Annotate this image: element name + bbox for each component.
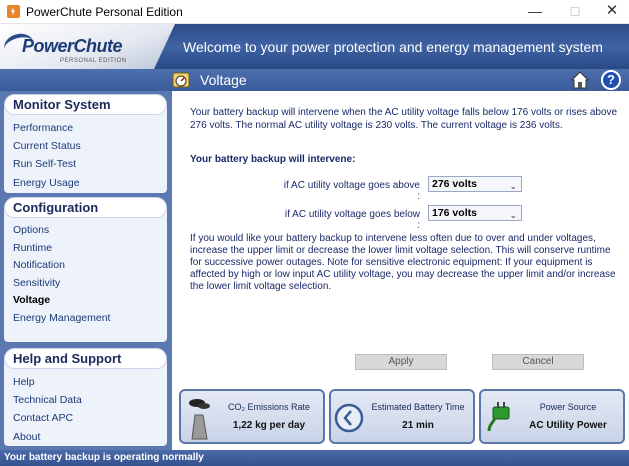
title-bar: PowerChute Personal Edition — □ ✕ — [0, 0, 629, 24]
chevron-down-icon: ⌄ — [509, 181, 517, 191]
sidebar-item-options[interactable]: Options — [13, 224, 49, 236]
sidebar-item-energy-management[interactable]: Energy Management — [13, 312, 110, 324]
lower-voltage-value: 176 volts — [432, 207, 477, 219]
below-voltage-label: if AC utility voltage goes below : — [284, 209, 420, 231]
sidebar-item-technical-data[interactable]: Technical Data — [13, 394, 82, 406]
app-icon — [7, 5, 20, 18]
power-source-value: AC Utility Power — [529, 420, 607, 431]
sidebar-item-current-status[interactable]: Current Status — [13, 140, 81, 152]
sidebar-item-notification[interactable]: Notification — [13, 259, 65, 271]
minimize-button[interactable]: — — [516, 0, 554, 24]
lower-voltage-select[interactable]: 176 volts ⌄ — [428, 205, 522, 221]
section-header-bar — [0, 69, 629, 91]
window-title: PowerChute Personal Edition — [26, 5, 183, 19]
section-title: Voltage — [200, 72, 247, 88]
logo-edition: PERSONAL EDITION — [60, 58, 127, 64]
sidebar-heading-help: Help and Support — [4, 348, 167, 369]
sidebar-item-energy-usage[interactable]: Energy Usage — [13, 177, 80, 189]
sidebar-item-about[interactable]: About — [13, 431, 40, 443]
help-icon[interactable]: ? — [601, 70, 621, 90]
logo-name: PowerChute — [22, 36, 123, 56]
power-source-panel: Power Source AC Utility Power — [479, 389, 625, 444]
voltage-advice-text: If you would like your battery backup to… — [190, 233, 616, 292]
apply-button[interactable]: Apply — [355, 354, 447, 370]
close-button[interactable]: ✕ — [593, 0, 629, 24]
sidebar-heading-configuration: Configuration — [4, 197, 167, 218]
battery-time-panel: Estimated Battery Time 21 min — [329, 389, 475, 444]
sidebar-item-performance[interactable]: Performance — [13, 122, 73, 134]
power-plant-icon — [189, 399, 210, 440]
chevron-down-icon: ⌄ — [509, 210, 517, 220]
status-bar: Your battery backup is operating normall… — [0, 450, 629, 466]
co2-label: CO₂ Emissions Rate — [227, 402, 310, 412]
above-voltage-label: if AC utility voltage goes above : — [283, 180, 420, 202]
sidebar-item-run-self-test[interactable]: Run Self-Test — [13, 158, 76, 170]
banner-title: Welcome to your power protection and ene… — [183, 39, 603, 55]
sidebar-item-voltage[interactable]: Voltage — [13, 294, 50, 306]
powerchute-logo: PowerChute PERSONAL EDITION — [0, 24, 175, 69]
voltage-icon — [172, 72, 190, 88]
home-icon[interactable] — [571, 71, 589, 89]
co2-emissions-panel: CO₂ Emissions Rate 1,22 kg per day — [179, 389, 325, 444]
upper-voltage-value: 276 volts — [432, 178, 477, 190]
sidebar-item-runtime[interactable]: Runtime — [13, 242, 52, 254]
plug-icon — [487, 402, 510, 432]
cancel-button[interactable]: Cancel — [492, 354, 584, 370]
sidebar-item-sensitivity[interactable]: Sensitivity — [13, 277, 60, 289]
battery-time-value: 21 min — [402, 420, 434, 431]
sidebar-item-help[interactable]: Help — [13, 376, 35, 388]
co2-value: 1,22 kg per day — [232, 420, 306, 431]
upper-voltage-select[interactable]: 276 volts ⌄ — [428, 176, 522, 192]
clock-icon — [334, 403, 364, 433]
sidebar-item-contact-apc[interactable]: Contact APC — [13, 412, 73, 424]
maximize-button[interactable]: □ — [556, 0, 594, 24]
power-source-label: Power Source — [539, 402, 597, 412]
intervene-heading: Your battery backup will intervene: — [190, 154, 356, 165]
sidebar-heading-monitor: Monitor System — [4, 94, 167, 115]
voltage-intro-text: Your battery backup will intervene when … — [190, 107, 618, 131]
battery-time-label: Estimated Battery Time — [371, 402, 465, 412]
